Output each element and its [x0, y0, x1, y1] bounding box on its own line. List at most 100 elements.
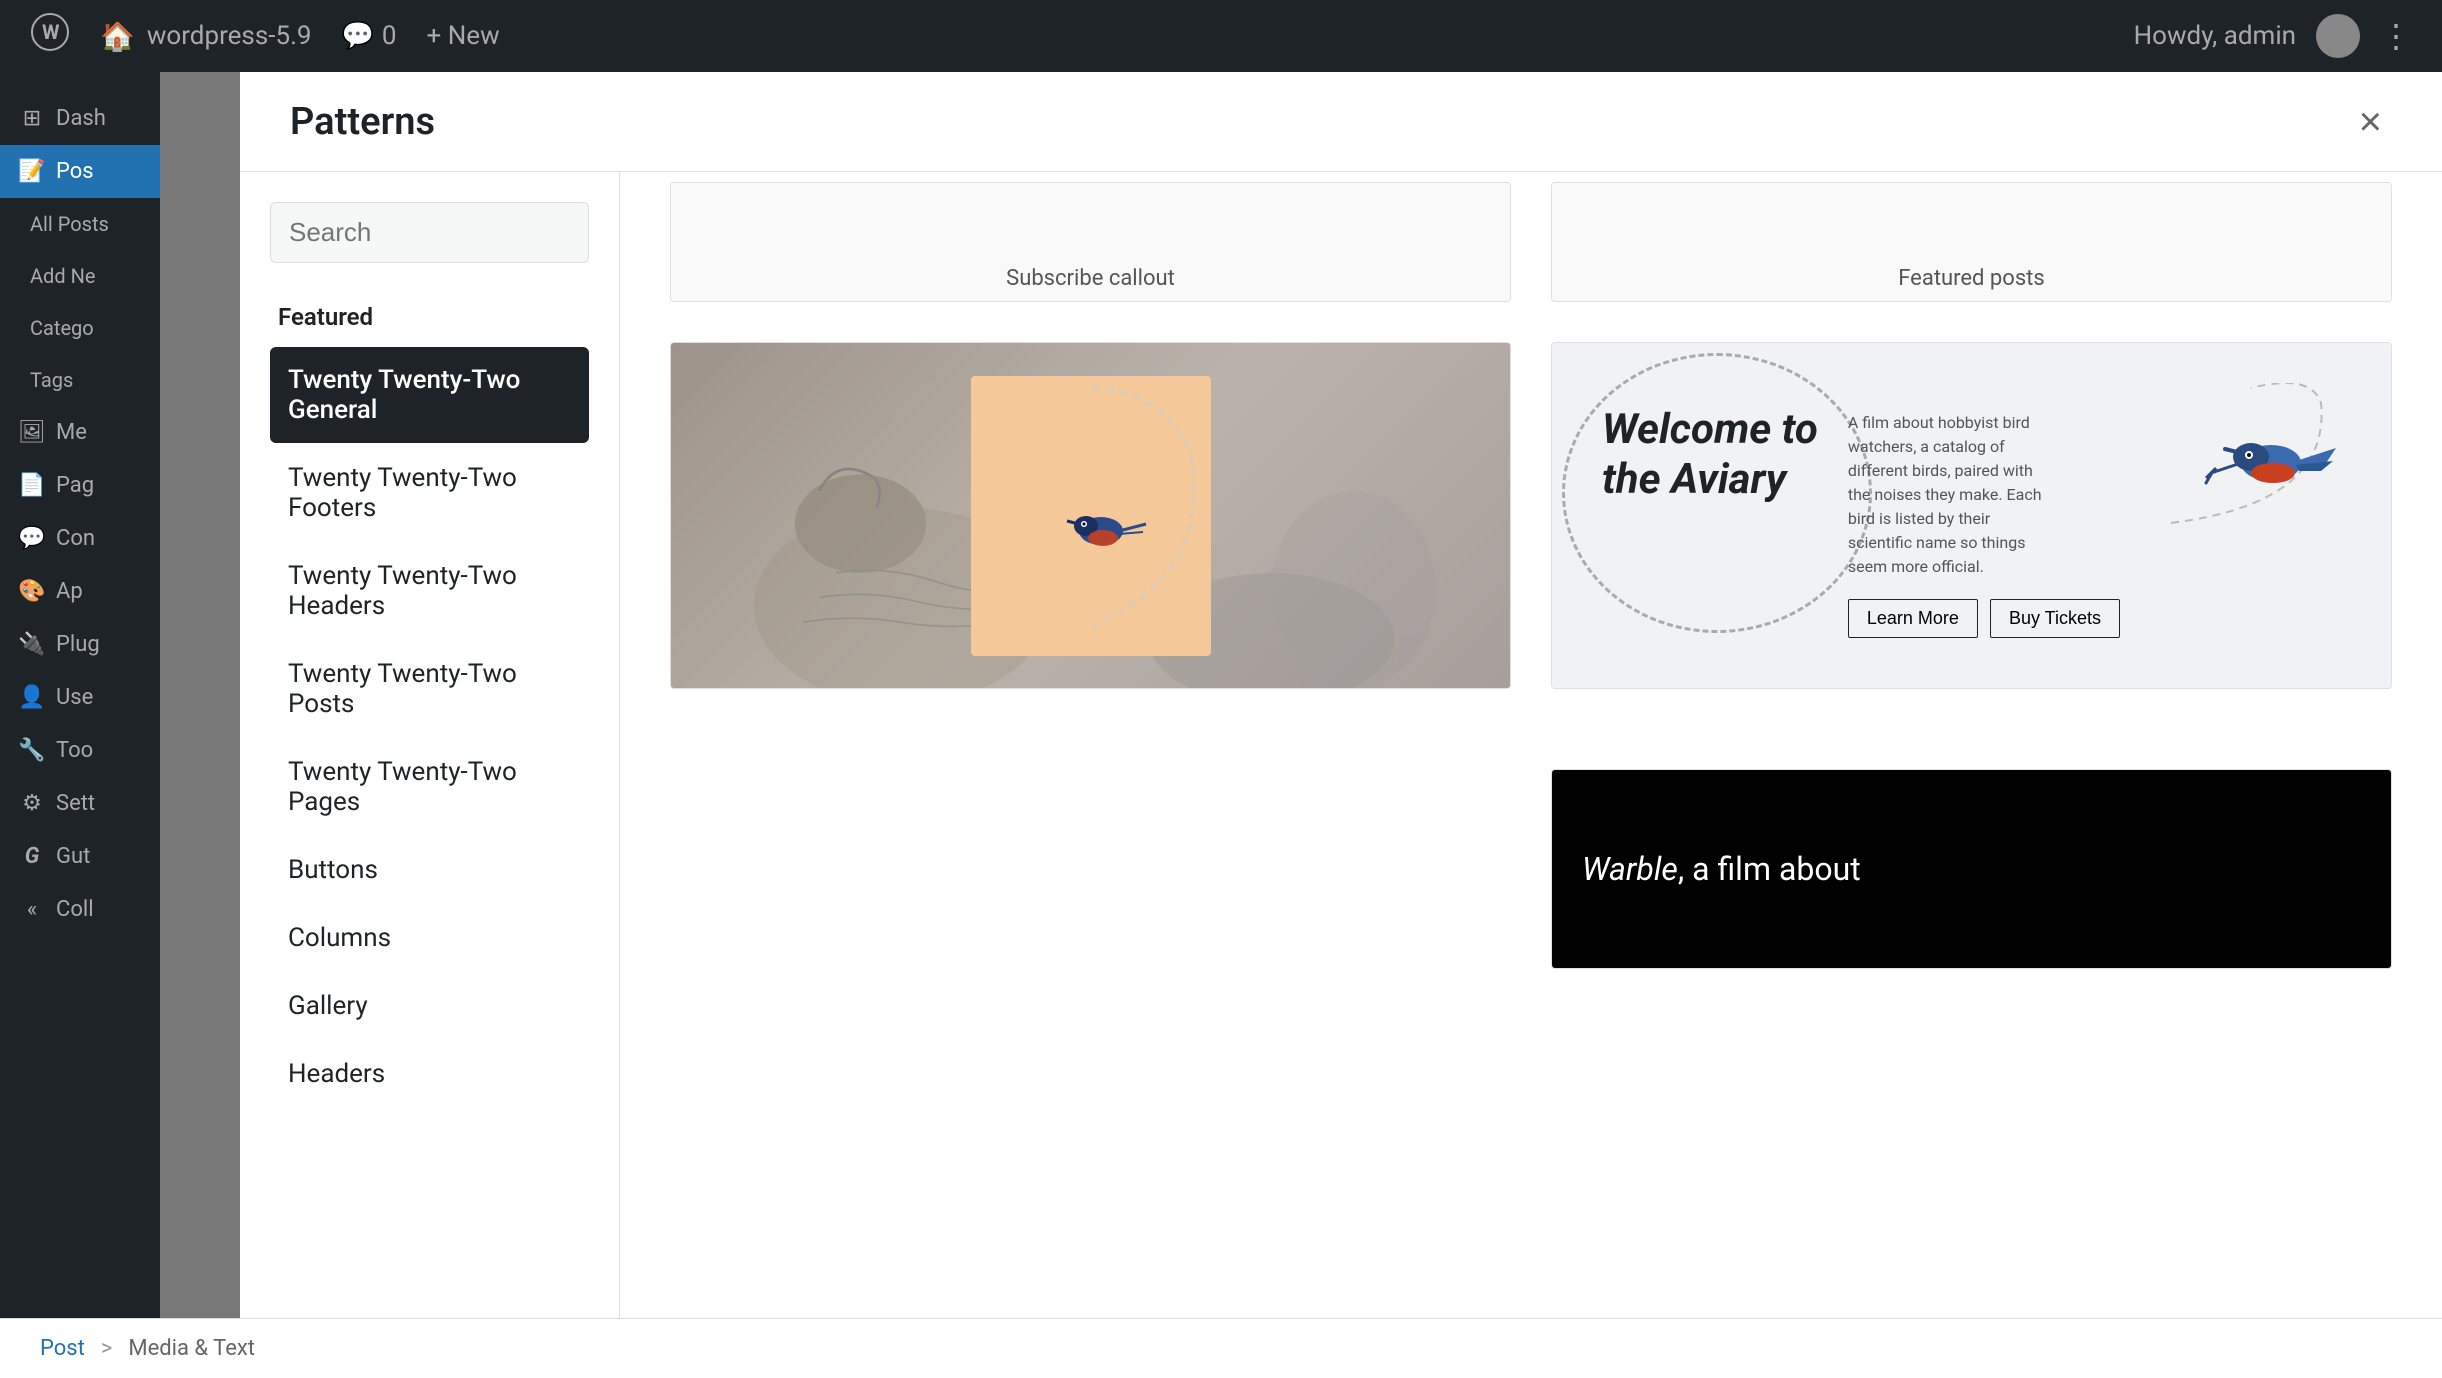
- admin-bar: W 🏠 wordpress-5.9 💬 0 + New Howdy, admin…: [0, 0, 2442, 72]
- sidebar-item-comments[interactable]: 💬 Con: [0, 512, 160, 565]
- subscribe-callout-card[interactable]: Subscribe callout: [670, 182, 1511, 302]
- sidebar-label-media: Me: [56, 420, 87, 445]
- sidebar-label-collapse: Coll: [56, 897, 94, 922]
- patterns-modal: Patterns × 🔍 Featured Twenty Twenty-Two …: [240, 72, 2442, 1378]
- site-name-label: wordpress-5.9: [147, 21, 312, 51]
- sidebar-label-plugins: Plug: [56, 632, 100, 657]
- close-button[interactable]: ×: [2349, 92, 2392, 152]
- sidebar-item-collapse[interactable]: « Coll: [0, 883, 160, 936]
- comments-sidebar-icon: 💬: [18, 526, 46, 551]
- wide-intro-buttons: Learn More Buy Tickets: [1848, 599, 2120, 638]
- modal-body: 🔍 Featured Twenty Twenty-Two General Twe…: [240, 172, 2442, 1378]
- nav-item-columns[interactable]: Columns: [270, 905, 589, 971]
- nav-item-headers2[interactable]: Headers: [270, 1041, 589, 1107]
- breadcrumb-media-text: Media & Text: [128, 1336, 255, 1361]
- sidebar-label-tools: Too: [56, 738, 93, 763]
- search-input[interactable]: [289, 217, 620, 248]
- featured-posts-card[interactable]: Featured posts: [1551, 182, 2392, 302]
- nav-item-pages[interactable]: Twenty Twenty-Two Pages: [270, 739, 589, 835]
- breadcrumb-bar: Post > Media & Text: [0, 1318, 2442, 1378]
- layered-duotone-card[interactable]: Layered images with duotone: [670, 342, 1511, 689]
- wide-intro-label: Wide image with introduction and buttons: [1552, 688, 2391, 689]
- film-text: Warble, a film about: [1582, 850, 1861, 888]
- sidebar-label-comments: Con: [56, 526, 95, 551]
- nav-item-buttons[interactable]: Buttons: [270, 837, 589, 903]
- dashed-arc-svg: [971, 376, 1211, 656]
- search-box[interactable]: 🔍: [270, 202, 589, 263]
- sidebar-item-posts[interactable]: 📝 Pos: [0, 145, 160, 198]
- sidebar-item-all-posts[interactable]: All Posts: [0, 198, 160, 250]
- subscribe-callout-label: Subscribe callout: [1006, 266, 1175, 291]
- site-name-nav[interactable]: 🏠 wordpress-5.9: [100, 20, 312, 53]
- learn-more-button[interactable]: Learn More: [1848, 599, 1978, 638]
- sidebar-label-dashboard: Dash: [56, 106, 106, 131]
- sidebar-item-gutenberg[interactable]: G Gut: [0, 830, 160, 883]
- new-nav[interactable]: + New: [427, 21, 500, 51]
- wide-intro-card[interactable]: Welcome tothe Aviary A film about hobbyi…: [1551, 342, 2392, 689]
- featured-posts-label: Featured posts: [1898, 266, 2044, 291]
- sidebar-label-categories: Catego: [30, 316, 94, 340]
- main-content: Patterns × 🔍 Featured Twenty Twenty-Two …: [160, 72, 2442, 1378]
- admin-bar-right: Howdy, admin ⋮: [2134, 14, 2412, 58]
- sidebar-item-plugins[interactable]: 🔌 Plug: [0, 618, 160, 671]
- film-text-warble: Warble: [1582, 850, 1678, 888]
- sidebar-item-media[interactable]: 🖼 Me: [0, 406, 160, 459]
- sidebar-label-appearance: Ap: [56, 579, 83, 604]
- film-preview: Warble, a film about: [1552, 770, 2391, 968]
- wide-intro-heading: Welcome tothe Aviary: [1602, 405, 1818, 506]
- svg-text:W: W: [42, 20, 60, 44]
- nav-item-general[interactable]: Twenty Twenty-Two General: [270, 347, 589, 443]
- film-card[interactable]: Warble, a film about: [1551, 769, 2392, 969]
- comments-count: 0: [382, 21, 397, 51]
- comments-icon: 💬: [342, 21, 374, 51]
- home-icon: 🏠: [100, 20, 135, 53]
- collapse-icon: «: [18, 897, 46, 922]
- pages-icon: 📄: [18, 473, 46, 498]
- admin-sidebar: ⊞ Dash 📝 Pos All Posts Add Ne Catego Tag…: [0, 72, 160, 1378]
- wp-logo[interactable]: W: [30, 12, 70, 60]
- film-text-rest: , a film about: [1678, 850, 1861, 888]
- sidebar-item-appearance[interactable]: 🎨 Ap: [0, 565, 160, 618]
- users-icon: 👤: [18, 685, 46, 710]
- layered-duotone-preview: [671, 343, 1510, 688]
- plugins-icon: 🔌: [18, 632, 46, 657]
- sidebar-label-add-new: Add Ne: [30, 264, 95, 288]
- nav-item-gallery[interactable]: Gallery: [270, 973, 589, 1039]
- breadcrumb-post[interactable]: Post: [40, 1336, 85, 1361]
- sidebar-item-dashboard[interactable]: ⊞ Dash: [0, 92, 160, 145]
- avatar[interactable]: [2316, 14, 2360, 58]
- wide-intro-body: A film about hobbyist bird watchers, a c…: [1848, 411, 2048, 579]
- buy-tickets-button[interactable]: Buy Tickets: [1990, 599, 2120, 638]
- wide-intro-content: Welcome tothe Aviary A film about hobbyi…: [1572, 375, 2371, 668]
- sidebar-item-settings[interactable]: ⚙ Sett: [0, 777, 160, 830]
- appearance-icon: 🎨: [18, 579, 46, 604]
- sidebar-item-categories[interactable]: Catego: [0, 302, 160, 354]
- featured-section-label: Featured: [270, 303, 589, 331]
- howdy-label: Howdy, admin: [2134, 21, 2296, 51]
- nav-item-headers[interactable]: Twenty Twenty-Two Headers: [270, 543, 589, 639]
- sidebar-item-add-new[interactable]: Add Ne: [0, 250, 160, 302]
- gutenberg-icon: G: [18, 844, 46, 869]
- wide-intro-left: Welcome tothe Aviary: [1602, 405, 1818, 506]
- comments-nav[interactable]: 💬 0: [342, 21, 397, 51]
- new-label: + New: [427, 21, 500, 51]
- wide-intro-preview: Welcome tothe Aviary A film about hobbyi…: [1552, 343, 2391, 688]
- settings-icon: ⚙: [18, 791, 46, 816]
- media-icon: 🖼: [18, 420, 46, 445]
- patterns-main: Subscribe callout Featured posts: [620, 172, 2442, 1378]
- sidebar-label-users: Use: [56, 685, 93, 710]
- sidebar-item-users[interactable]: 👤 Use: [0, 671, 160, 724]
- top-row-cards: Subscribe callout Featured posts: [670, 182, 2392, 302]
- sidebar-item-tags[interactable]: Tags: [0, 354, 160, 406]
- posts-icon: 📝: [18, 159, 46, 184]
- sidebar-label-all-posts: All Posts: [30, 212, 109, 236]
- wide-intro-right: A film about hobbyist bird watchers, a c…: [1848, 405, 2120, 638]
- sidebar-item-tools[interactable]: 🔧 Too: [0, 724, 160, 777]
- nav-item-posts[interactable]: Twenty Twenty-Two Posts: [270, 641, 589, 737]
- tools-icon: 🔧: [18, 738, 46, 763]
- sidebar-item-pages[interactable]: 📄 Pag: [0, 459, 160, 512]
- patterns-grid: Layered images with duotone: [670, 302, 2392, 969]
- nav-item-footers[interactable]: Twenty Twenty-Two Footers: [270, 445, 589, 541]
- three-dot-menu[interactable]: ⋮: [2380, 17, 2412, 55]
- breadcrumb-separator: >: [101, 1336, 113, 1361]
